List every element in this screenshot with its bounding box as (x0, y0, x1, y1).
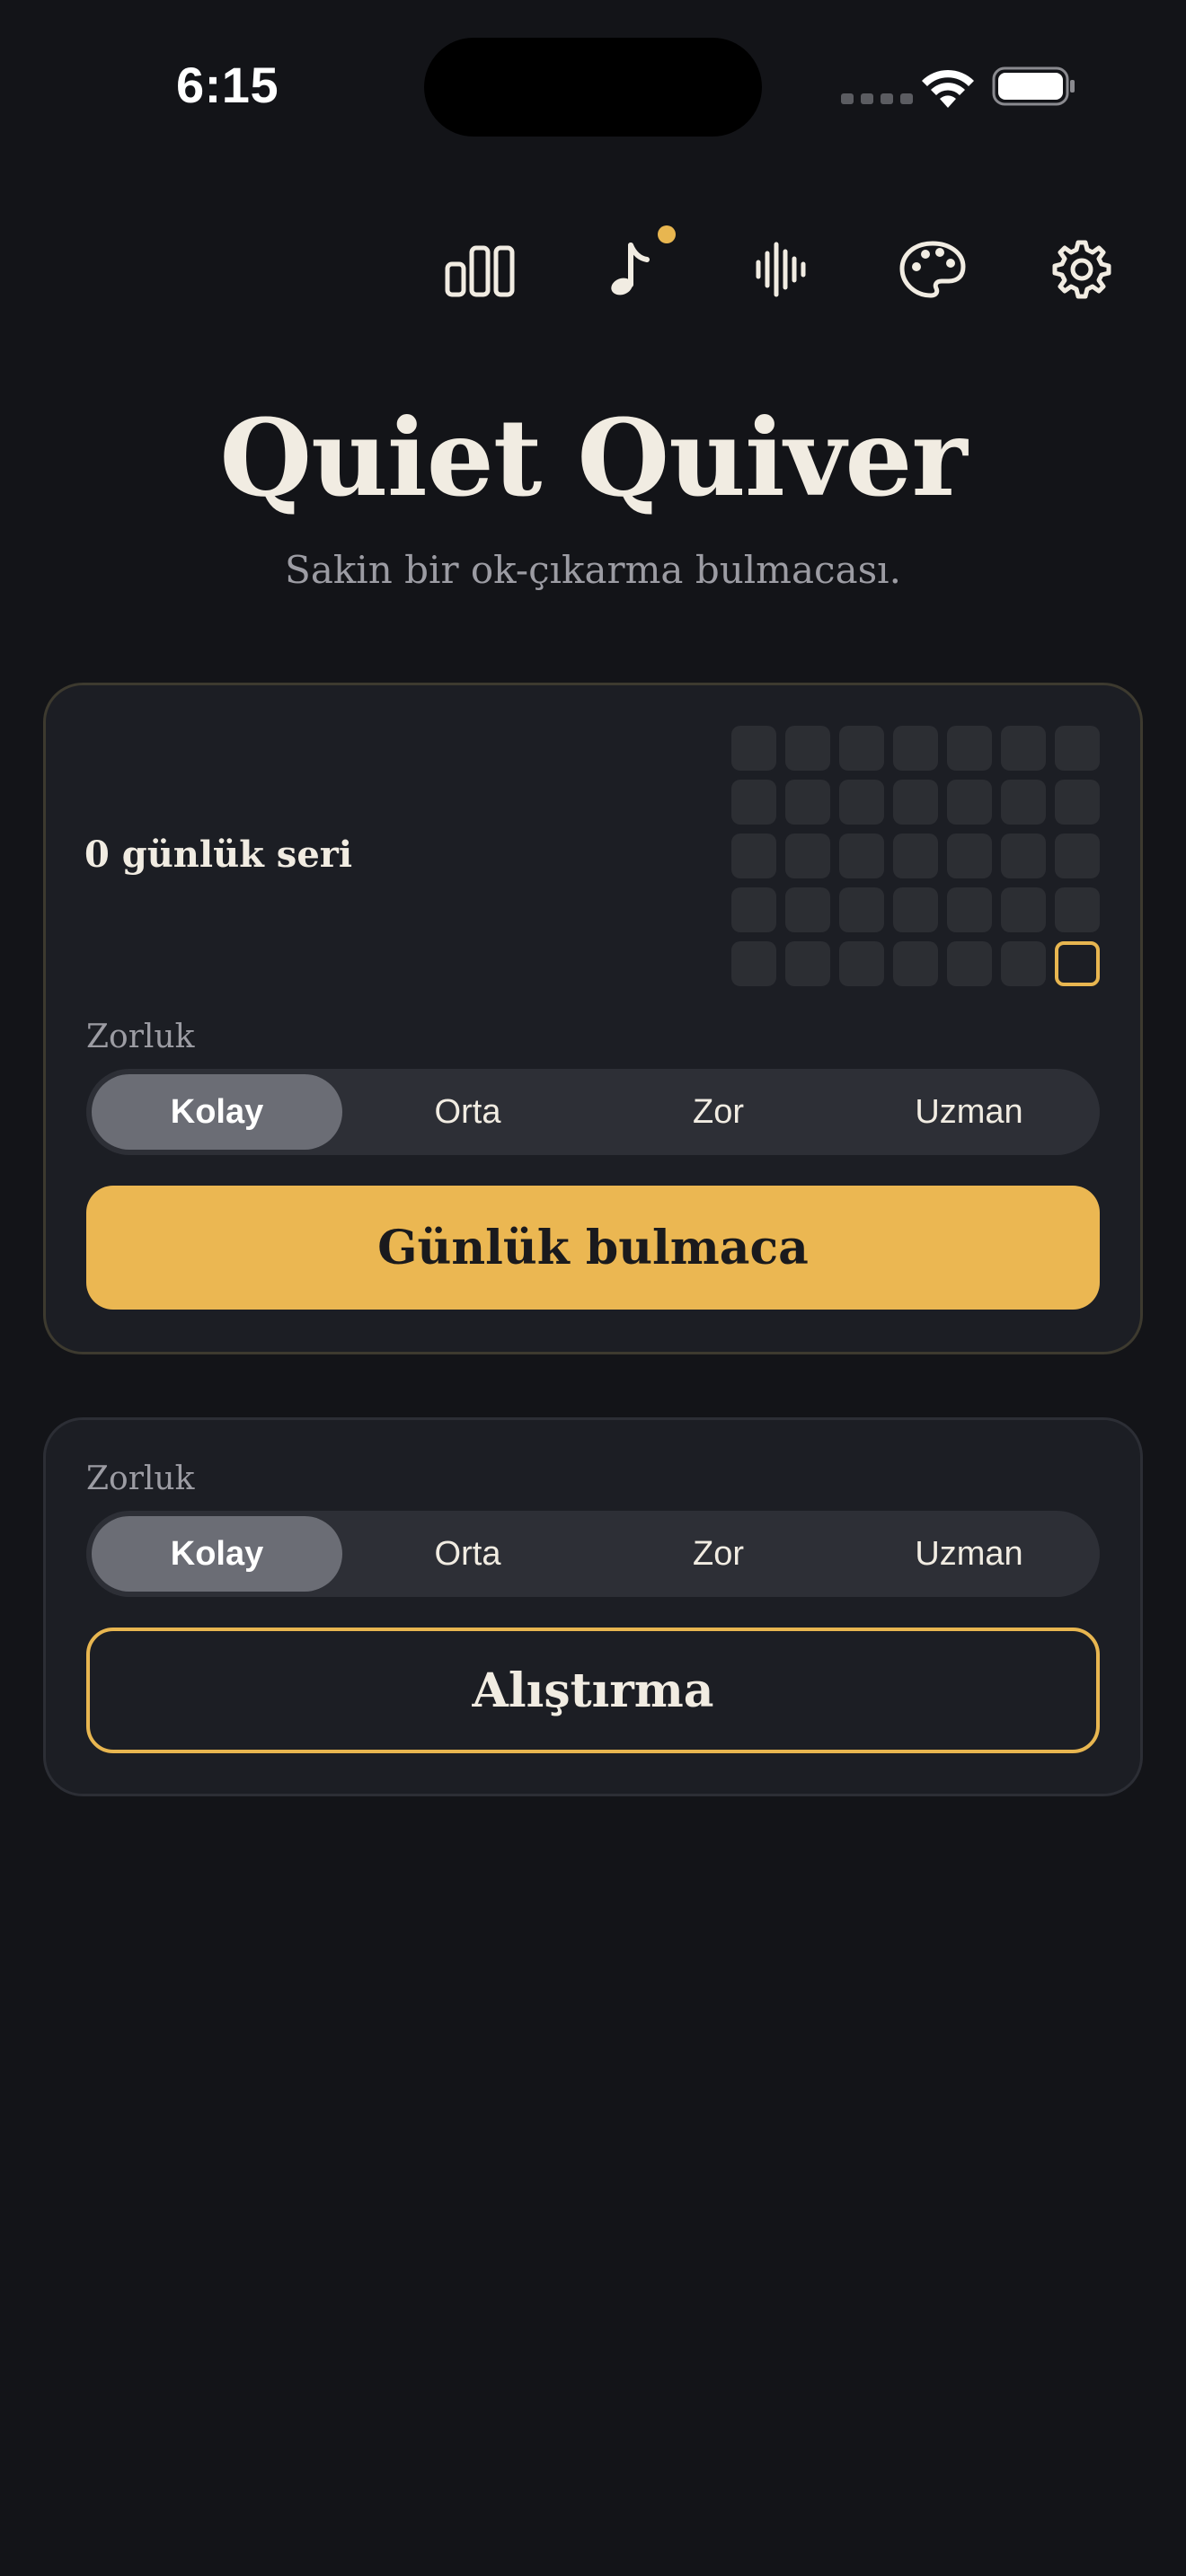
streak-day-cell (731, 834, 776, 878)
practice-difficulty-zor[interactable]: Zor (593, 1516, 844, 1592)
palette-icon (899, 241, 966, 298)
daily-puzzle-button[interactable]: Günlük bulmaca (86, 1186, 1100, 1310)
streak-day-cell (1001, 726, 1046, 771)
practice-difficulty-label: Zorluk (86, 1460, 195, 1497)
notification-dot (658, 225, 676, 243)
sound-button[interactable] (746, 235, 818, 304)
streak-day-cell (893, 834, 938, 878)
battery-icon (992, 66, 1075, 106)
app-screen: 6:15 Quiet Quiver Sakin bir ok-çıkarma b… (0, 0, 1186, 2576)
sound-wave-icon (756, 242, 806, 297)
daily-difficulty-label: Zorluk (86, 1019, 195, 1055)
streak-day-cell (785, 726, 830, 771)
daily-difficulty-selector: Kolay Orta Zor Uzman (86, 1069, 1100, 1155)
music-button[interactable] (597, 235, 668, 304)
streak-day-cell (893, 726, 938, 771)
daily-difficulty-orta[interactable]: Orta (342, 1074, 593, 1150)
cellular-signal-icon (841, 93, 913, 104)
streak-day-cell (839, 726, 884, 771)
streak-day-cell (785, 780, 830, 825)
streak-day-cell (839, 887, 884, 932)
streak-day-cell (893, 780, 938, 825)
theme-button[interactable] (897, 235, 969, 304)
streak-day-cell (731, 941, 776, 986)
streak-day-cell (947, 887, 992, 932)
settings-icon (1052, 240, 1111, 299)
streak-day-cell (731, 887, 776, 932)
streak-day-cell (785, 887, 830, 932)
streak-day-cell (947, 941, 992, 986)
stats-icon (445, 245, 515, 297)
streak-day-cell (947, 834, 992, 878)
streak-day-cell (839, 834, 884, 878)
settings-button[interactable] (1046, 235, 1118, 304)
daily-difficulty-zor[interactable]: Zor (593, 1074, 844, 1150)
streak-day-cell (1001, 780, 1046, 825)
streak-day-cell (947, 726, 992, 771)
streak-today-cell (1055, 941, 1100, 986)
daily-difficulty-uzman[interactable]: Uzman (844, 1074, 1094, 1150)
streak-day-cell (785, 834, 830, 878)
streak-day-cell (1001, 941, 1046, 986)
music-icon (611, 243, 650, 296)
streak-day-cell (731, 726, 776, 771)
streak-day-cell (1055, 726, 1100, 771)
app-title: Quiet Quiver (219, 395, 967, 520)
streak-day-cell (839, 941, 884, 986)
status-time: 6:15 (176, 57, 279, 113)
practice-difficulty-kolay[interactable]: Kolay (92, 1516, 342, 1592)
practice-button[interactable]: Alıştırma (86, 1628, 1100, 1753)
stats-button[interactable] (444, 235, 516, 304)
streak-calendar-grid (731, 726, 1100, 986)
streak-day-cell (1055, 834, 1100, 878)
streak-day-cell (785, 941, 830, 986)
streak-day-cell (1001, 887, 1046, 932)
streak-day-cell (1001, 834, 1046, 878)
streak-day-cell (1055, 780, 1100, 825)
streak-day-cell (1055, 887, 1100, 932)
streak-day-cell (893, 941, 938, 986)
streak-day-cell (731, 780, 776, 825)
app-subtitle: Sakin bir ok-çıkarma bulmacası. (285, 548, 901, 592)
streak-day-cell (947, 780, 992, 825)
streak-label: 0 günlük seri (84, 834, 353, 876)
practice-difficulty-orta[interactable]: Orta (342, 1516, 593, 1592)
dynamic-island (424, 38, 762, 137)
daily-difficulty-kolay[interactable]: Kolay (92, 1074, 342, 1150)
practice-difficulty-selector: Kolay Orta Zor Uzman (86, 1511, 1100, 1597)
streak-day-cell (893, 887, 938, 932)
practice-difficulty-uzman[interactable]: Uzman (844, 1516, 1094, 1592)
streak-day-cell (839, 780, 884, 825)
wifi-icon (922, 69, 974, 108)
